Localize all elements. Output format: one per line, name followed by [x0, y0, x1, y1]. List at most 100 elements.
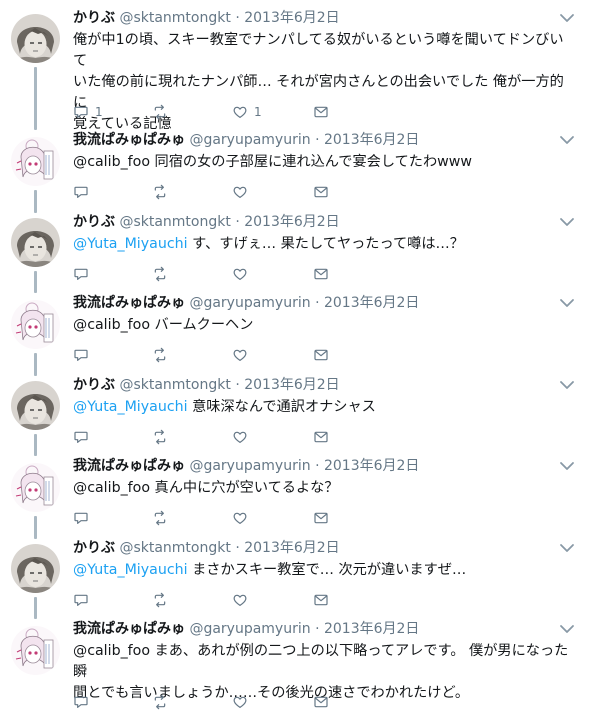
direct-message-button[interactable] [313, 591, 329, 609]
like-icon [232, 592, 248, 608]
separator: · [235, 377, 240, 393]
tweet-header: 我流ぱみゅぱみゅ @garyupamyurin · 2013年6月2日 [73, 293, 419, 313]
reply-button[interactable] [73, 509, 89, 527]
tweet-date[interactable]: 2013年6月2日 [244, 540, 339, 556]
like-button[interactable] [232, 591, 248, 609]
user-handle[interactable]: @sktanmtongkt [119, 377, 230, 393]
chevron-down-icon[interactable] [558, 10, 576, 24]
reply-icon [73, 592, 89, 608]
like-button[interactable] [232, 509, 248, 527]
display-name[interactable]: 我流ぱみゅぱみゅ [73, 295, 185, 311]
tweet-text-content: @calib_foo 真ん中に穴が空いてるよな？ [73, 480, 339, 496]
chevron-down-icon[interactable] [558, 458, 576, 472]
reply-button[interactable] [73, 346, 89, 364]
tweet-date[interactable]: 2013年6月2日 [244, 214, 339, 230]
tweet-text-content: @calib_foo 同宿の女の子部屋に連れ込んで宴会してたわwww [73, 154, 472, 170]
user-handle[interactable]: @garyupamyurin [189, 295, 310, 311]
mention-link[interactable]: @Yuta_Miyauchi [73, 562, 188, 578]
tweet-date[interactable]: 2013年6月2日 [244, 377, 339, 393]
avatar[interactable] [11, 463, 60, 512]
separator: · [315, 132, 320, 148]
direct-message-button[interactable] [313, 183, 329, 201]
dm-icon [313, 104, 329, 120]
avatar[interactable] [11, 137, 60, 186]
tweet-text: @Yuta_Miyauchi まさかスキー教室で… 次元が違いますぜ… [73, 560, 573, 581]
display-name[interactable]: かりぶ [73, 10, 115, 26]
chevron-down-icon[interactable] [558, 621, 576, 635]
display-name[interactable]: かりぶ [73, 214, 115, 230]
retweet-button[interactable] [152, 591, 168, 609]
retweet-button[interactable] [152, 693, 168, 711]
direct-message-button[interactable] [313, 265, 329, 283]
chevron-down-icon[interactable] [558, 132, 576, 146]
tweet-text-content: 意味深なんで通訳オナシャス [187, 399, 376, 415]
user-handle[interactable]: @garyupamyurin [189, 458, 310, 474]
reply-button[interactable] [73, 428, 89, 446]
reply-button[interactable]: 1 [73, 103, 103, 121]
user-handle[interactable]: @sktanmtongkt [119, 10, 230, 26]
tweet-text: @calib_foo 真ん中に穴が空いてるよな？ [73, 478, 573, 499]
display-name[interactable]: かりぶ [73, 540, 115, 556]
chevron-down-icon[interactable] [558, 540, 576, 554]
user-handle[interactable]: @sktanmtongkt [119, 214, 230, 230]
retweet-button[interactable] [152, 103, 168, 121]
tweet-date[interactable]: 2013年6月2日 [324, 621, 419, 637]
thread-connector [34, 353, 37, 376]
reply-button[interactable] [73, 693, 89, 711]
avatar[interactable] [11, 544, 60, 593]
tweet-date[interactable]: 2013年6月2日 [324, 295, 419, 311]
avatar[interactable] [11, 300, 60, 349]
display-name[interactable]: かりぶ [73, 377, 115, 393]
reply-button[interactable] [73, 183, 89, 201]
tweet-header: かりぶ @sktanmtongkt · 2013年6月2日 [73, 8, 340, 28]
display-name[interactable]: 我流ぱみゅぱみゅ [73, 621, 185, 637]
tweet-date[interactable]: 2013年6月2日 [244, 10, 339, 26]
user-handle[interactable]: @garyupamyurin [189, 132, 310, 148]
retweet-button[interactable] [152, 346, 168, 364]
like-button[interactable] [232, 428, 248, 446]
tweet-text-line: @calib_foo 同宿の女の子部屋に連れ込んで宴会してたわwww [73, 152, 573, 173]
chevron-down-icon[interactable] [558, 214, 576, 228]
chevron-down-icon[interactable] [558, 377, 576, 391]
avatar[interactable] [11, 14, 60, 63]
separator: · [235, 10, 240, 26]
mention-link[interactable]: @Yuta_Miyauchi [73, 236, 188, 252]
avatar[interactable] [11, 218, 60, 267]
retweet-button[interactable] [152, 183, 168, 201]
direct-message-button[interactable] [313, 509, 329, 527]
retweet-button[interactable] [152, 509, 168, 527]
direct-message-button[interactable] [313, 693, 329, 711]
chevron-down-icon[interactable] [558, 295, 576, 309]
retweet-button[interactable] [152, 265, 168, 283]
like-button[interactable]: 1 [232, 103, 262, 121]
reply-count: 1 [95, 105, 103, 119]
like-button[interactable] [232, 693, 248, 711]
avatar[interactable] [11, 381, 60, 430]
dm-icon [313, 266, 329, 282]
reply-icon [73, 266, 89, 282]
like-button[interactable] [232, 265, 248, 283]
tweet-text-content: まさかスキー教室で… 次元が違いますぜ… [187, 562, 467, 578]
tweet-text-line: 俺が中1の頃、スキー教室でナンパしてる奴がいるという噂を聞いてドンびいて [73, 30, 573, 72]
tweet-date[interactable]: 2013年6月2日 [324, 132, 419, 148]
retweet-icon [152, 694, 168, 710]
retweet-button[interactable] [152, 428, 168, 446]
like-button[interactable] [232, 183, 248, 201]
direct-message-button[interactable] [313, 103, 329, 121]
dm-icon [313, 510, 329, 526]
display-name[interactable]: 我流ぱみゅぱみゅ [73, 132, 185, 148]
reply-icon [73, 104, 89, 120]
user-handle[interactable]: @sktanmtongkt [119, 540, 230, 556]
direct-message-button[interactable] [313, 346, 329, 364]
tweet-header: かりぶ @sktanmtongkt · 2013年6月2日 [73, 212, 340, 232]
like-button[interactable] [232, 346, 248, 364]
reply-button[interactable] [73, 591, 89, 609]
mention-link[interactable]: @Yuta_Miyauchi [73, 399, 188, 415]
reply-button[interactable] [73, 265, 89, 283]
tweet-date[interactable]: 2013年6月2日 [324, 458, 419, 474]
reply-icon [73, 429, 89, 445]
direct-message-button[interactable] [313, 428, 329, 446]
display-name[interactable]: 我流ぱみゅぱみゅ [73, 458, 185, 474]
user-handle[interactable]: @garyupamyurin [189, 621, 310, 637]
avatar[interactable] [11, 626, 60, 675]
